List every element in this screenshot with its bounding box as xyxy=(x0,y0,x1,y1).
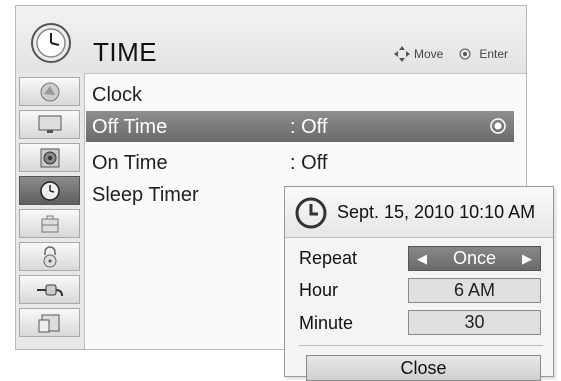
satellite-dish-icon xyxy=(40,82,59,101)
sidebar xyxy=(16,73,85,349)
minute-field[interactable]: 30 xyxy=(408,310,541,335)
move-label: Move xyxy=(413,47,444,61)
page-title: TIME xyxy=(93,37,158,67)
move-arrows-icon xyxy=(393,46,410,62)
sidebar-item-usb[interactable] xyxy=(19,308,80,337)
sidebar-item-input[interactable] xyxy=(19,275,80,304)
menu-item-label: On Time xyxy=(92,152,168,174)
close-button[interactable]: Close xyxy=(306,355,541,381)
sidebar-item-option[interactable] xyxy=(19,209,80,238)
minute-label: Minute xyxy=(299,313,354,333)
sidebar-item-picture[interactable] xyxy=(19,110,80,139)
menu-item-on-time[interactable]: On Time : Off xyxy=(86,147,514,178)
enter-label: Enter xyxy=(479,47,508,61)
input-icon xyxy=(38,314,59,332)
hour-field[interactable]: 6 AM xyxy=(408,278,541,303)
lock-icon xyxy=(43,245,56,267)
menu-item-value: : Off xyxy=(290,116,328,138)
toolbox-icon xyxy=(41,215,58,232)
repeat-selector[interactable]: ◀ Once ▶ xyxy=(408,246,541,271)
enter-icon xyxy=(459,48,471,60)
nav-hint: Move Enter xyxy=(393,46,508,62)
hour-label: Hour xyxy=(299,280,339,300)
current-date-time: Sept. 15, 2010 10:10 AM xyxy=(337,202,536,222)
right-arrow-icon[interactable]: ▶ xyxy=(522,247,532,270)
clock-icon xyxy=(31,23,71,63)
sidebar-item-setup[interactable] xyxy=(19,77,80,106)
menu-header: TIME Move Enter xyxy=(16,6,526,74)
repeat-label: Repeat xyxy=(299,248,358,268)
clock-icon xyxy=(39,180,60,201)
speaker-icon xyxy=(40,148,59,167)
off-time-popup: Sept. 15, 2010 10:10 AM Repeat ◀ Once ▶ … xyxy=(284,186,554,381)
popup-header: Sept. 15, 2010 10:10 AM xyxy=(285,187,553,238)
sidebar-item-lock[interactable] xyxy=(19,242,80,271)
divider xyxy=(299,345,543,346)
menu-item-clock[interactable]: Clock xyxy=(86,79,514,110)
sidebar-item-time[interactable] xyxy=(19,176,80,205)
enter-icon xyxy=(490,118,506,134)
repeat-value: Once xyxy=(452,248,497,268)
menu-item-label: Clock xyxy=(92,84,143,106)
menu-item-label: Sleep Timer xyxy=(92,184,199,206)
sidebar-item-audio[interactable] xyxy=(19,143,80,172)
menu-item-off-time[interactable]: Off Time : Off xyxy=(86,111,514,142)
clock-icon xyxy=(295,197,327,229)
menu-item-label: Off Time xyxy=(92,116,168,138)
monitor-icon xyxy=(38,115,61,133)
menu-item-value: : Off xyxy=(290,152,328,174)
plug-icon xyxy=(36,284,63,296)
left-arrow-icon[interactable]: ◀ xyxy=(417,247,427,270)
